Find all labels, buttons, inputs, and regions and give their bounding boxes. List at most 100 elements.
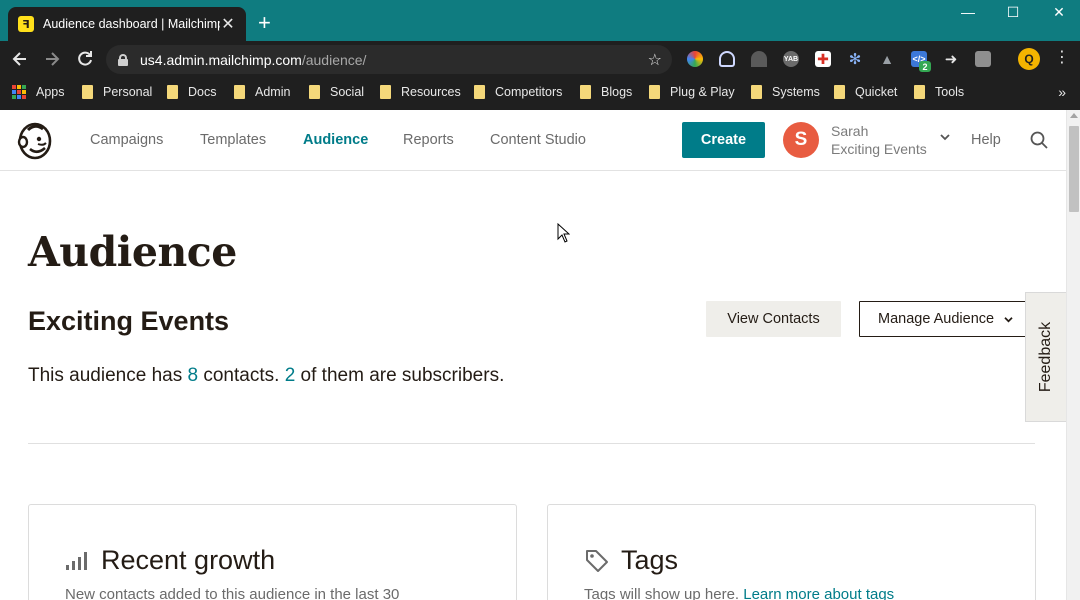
yab-extension-icon[interactable]: YAB [783, 51, 799, 67]
card-title: Tags [621, 545, 679, 575]
lock-icon [118, 53, 128, 66]
printer-extension-icon[interactable] [975, 51, 991, 67]
folder-icon [309, 85, 320, 99]
new-tab-button[interactable]: + [258, 12, 271, 34]
page-scrollbar[interactable] [1066, 110, 1080, 600]
bookmark-apps[interactable]: Apps [12, 85, 65, 99]
bookmark-blogs[interactable]: Blogs [580, 85, 632, 99]
folder-icon [914, 85, 925, 99]
forward-arrow-icon[interactable] [42, 49, 62, 73]
mailchimp-logo-icon[interactable] [16, 120, 54, 160]
bookmark-competitors[interactable]: Competitors [474, 85, 562, 99]
address-bar[interactable]: us4.admin.mailchimp.com/audience/ ☆ [106, 45, 672, 74]
bookmark-admin[interactable]: Admin [234, 85, 290, 99]
bookmark-label: Tools [935, 85, 965, 99]
folder-icon [234, 85, 245, 99]
cloud-extension-icon[interactable] [719, 51, 735, 67]
card-description: Tags will show up here. Learn more about… [584, 586, 894, 600]
view-contacts-button[interactable]: View Contacts [706, 301, 841, 337]
audience-summary: This audience has 8 contacts. 2 of them … [28, 365, 504, 387]
subscribers-count[interactable]: 2 [285, 365, 296, 386]
contacts-count[interactable]: 8 [188, 365, 199, 386]
extension-badge: 2 [919, 61, 931, 72]
window-close-button[interactable]: ✕ [1049, 4, 1069, 21]
search-icon[interactable] [1030, 131, 1048, 149]
tag-icon [586, 549, 608, 572]
nav-templates[interactable]: Templates [200, 132, 266, 148]
card-header: Recent growth [65, 545, 275, 576]
scroll-thumb[interactable] [1069, 126, 1079, 212]
recent-growth-card: Recent growth New contacts added to this… [28, 504, 517, 600]
plus-extension-icon[interactable]: ✚ [815, 51, 831, 67]
bookmarks-overflow-icon[interactable]: » [1058, 84, 1066, 100]
bookmark-quicket[interactable]: Quicket [834, 85, 897, 99]
card-title: Recent growth [101, 545, 276, 575]
feedback-tab[interactable]: Feedback [1025, 292, 1066, 422]
bookmark-label: Quicket [855, 85, 898, 99]
browser-menu-icon[interactable]: ⋮ [1054, 48, 1070, 68]
feedback-label: Feedback [1037, 321, 1055, 393]
folder-icon [580, 85, 591, 99]
bookmark-social[interactable]: Social [309, 85, 364, 99]
bookmark-label: Blogs [601, 85, 633, 99]
tags-text: Tags will show up here. [584, 586, 740, 600]
atom-extension-icon[interactable]: ✻ [847, 51, 863, 68]
browser-tabstrip: ꟻ Audience dashboard | Mailchimp ✕ + — ☐… [0, 0, 1080, 41]
browser-toolbar: us4.admin.mailchimp.com/audience/ ☆ YAB … [0, 41, 1080, 77]
scroll-up-arrow-icon[interactable] [1070, 113, 1078, 118]
bookmark-plug-play[interactable]: Plug & Play [649, 85, 735, 99]
drive-extension-icon[interactable]: ▲ [879, 51, 895, 67]
color-wheel-extension-icon[interactable] [687, 51, 703, 67]
manage-audience-button[interactable]: Manage Audience [859, 301, 1027, 337]
bookmark-label: Docs [188, 85, 217, 99]
avatar[interactable]: S [783, 122, 819, 158]
nav-campaigns[interactable]: Campaigns [90, 132, 163, 148]
share-arrow-extension-icon[interactable]: ➜ [943, 51, 959, 68]
bookmarks-bar: Apps Personal Docs Admin Social Resource… [0, 77, 1080, 110]
folder-icon [834, 85, 845, 99]
tags-card: Tags Tags will show up here. Learn more … [547, 504, 1036, 600]
folder-icon [751, 85, 762, 99]
audience-name: Exciting Events [28, 306, 230, 336]
bar-chart-icon [66, 551, 87, 570]
tab-close-icon[interactable]: ✕ [220, 14, 236, 34]
url-path: /audience/ [301, 51, 367, 68]
summary-suffix: of them are subscribers. [295, 365, 505, 386]
bookmark-star-icon[interactable]: ☆ [648, 50, 662, 70]
nav-reports[interactable]: Reports [403, 132, 454, 148]
window-minimize-button[interactable]: — [958, 4, 978, 20]
bookmark-personal[interactable]: Personal [82, 85, 152, 99]
bookmark-tools[interactable]: Tools [914, 85, 964, 99]
app-header: Campaigns Templates Audience Reports Con… [0, 110, 1066, 171]
learn-more-tags-link[interactable]: Learn more about tags [743, 586, 894, 600]
profile-avatar-icon[interactable]: Q [1018, 48, 1040, 70]
account-org[interactable]: Exciting Events [831, 141, 927, 157]
bookmark-docs[interactable]: Docs [167, 85, 216, 99]
chevron-down-icon [1004, 316, 1013, 323]
bookmark-label: Systems [772, 85, 820, 99]
nav-audience[interactable]: Audience [303, 132, 368, 148]
browser-tab[interactable]: ꟻ Audience dashboard | Mailchimp ✕ [8, 7, 246, 41]
help-link[interactable]: Help [971, 132, 1001, 148]
bookmark-label: Social [330, 85, 365, 99]
account-name[interactable]: Sarah [831, 123, 868, 139]
reload-icon[interactable] [75, 49, 95, 73]
folder-icon [649, 85, 660, 99]
back-arrow-icon[interactable] [10, 49, 30, 73]
tab-title: Audience dashboard | Mailchimp [43, 17, 220, 31]
nav-content-studio[interactable]: Content Studio [490, 132, 586, 148]
arch-extension-icon[interactable] [751, 51, 767, 67]
bookmark-label: Plug & Play [670, 85, 735, 99]
folder-icon [380, 85, 391, 99]
chevron-down-icon[interactable] [940, 132, 950, 144]
window-maximize-button[interactable]: ☐ [1003, 4, 1023, 21]
bookmark-resources[interactable]: Resources [380, 85, 461, 99]
summary-prefix: This audience has [28, 365, 188, 386]
apps-grid-icon [12, 85, 26, 99]
mouse-cursor-icon [557, 223, 570, 243]
url-host: us4.admin.mailchimp.com [140, 51, 302, 68]
create-button[interactable]: Create [682, 122, 765, 158]
bookmark-systems[interactable]: Systems [751, 85, 820, 99]
folder-icon [82, 85, 93, 99]
card-header: Tags [584, 545, 678, 576]
